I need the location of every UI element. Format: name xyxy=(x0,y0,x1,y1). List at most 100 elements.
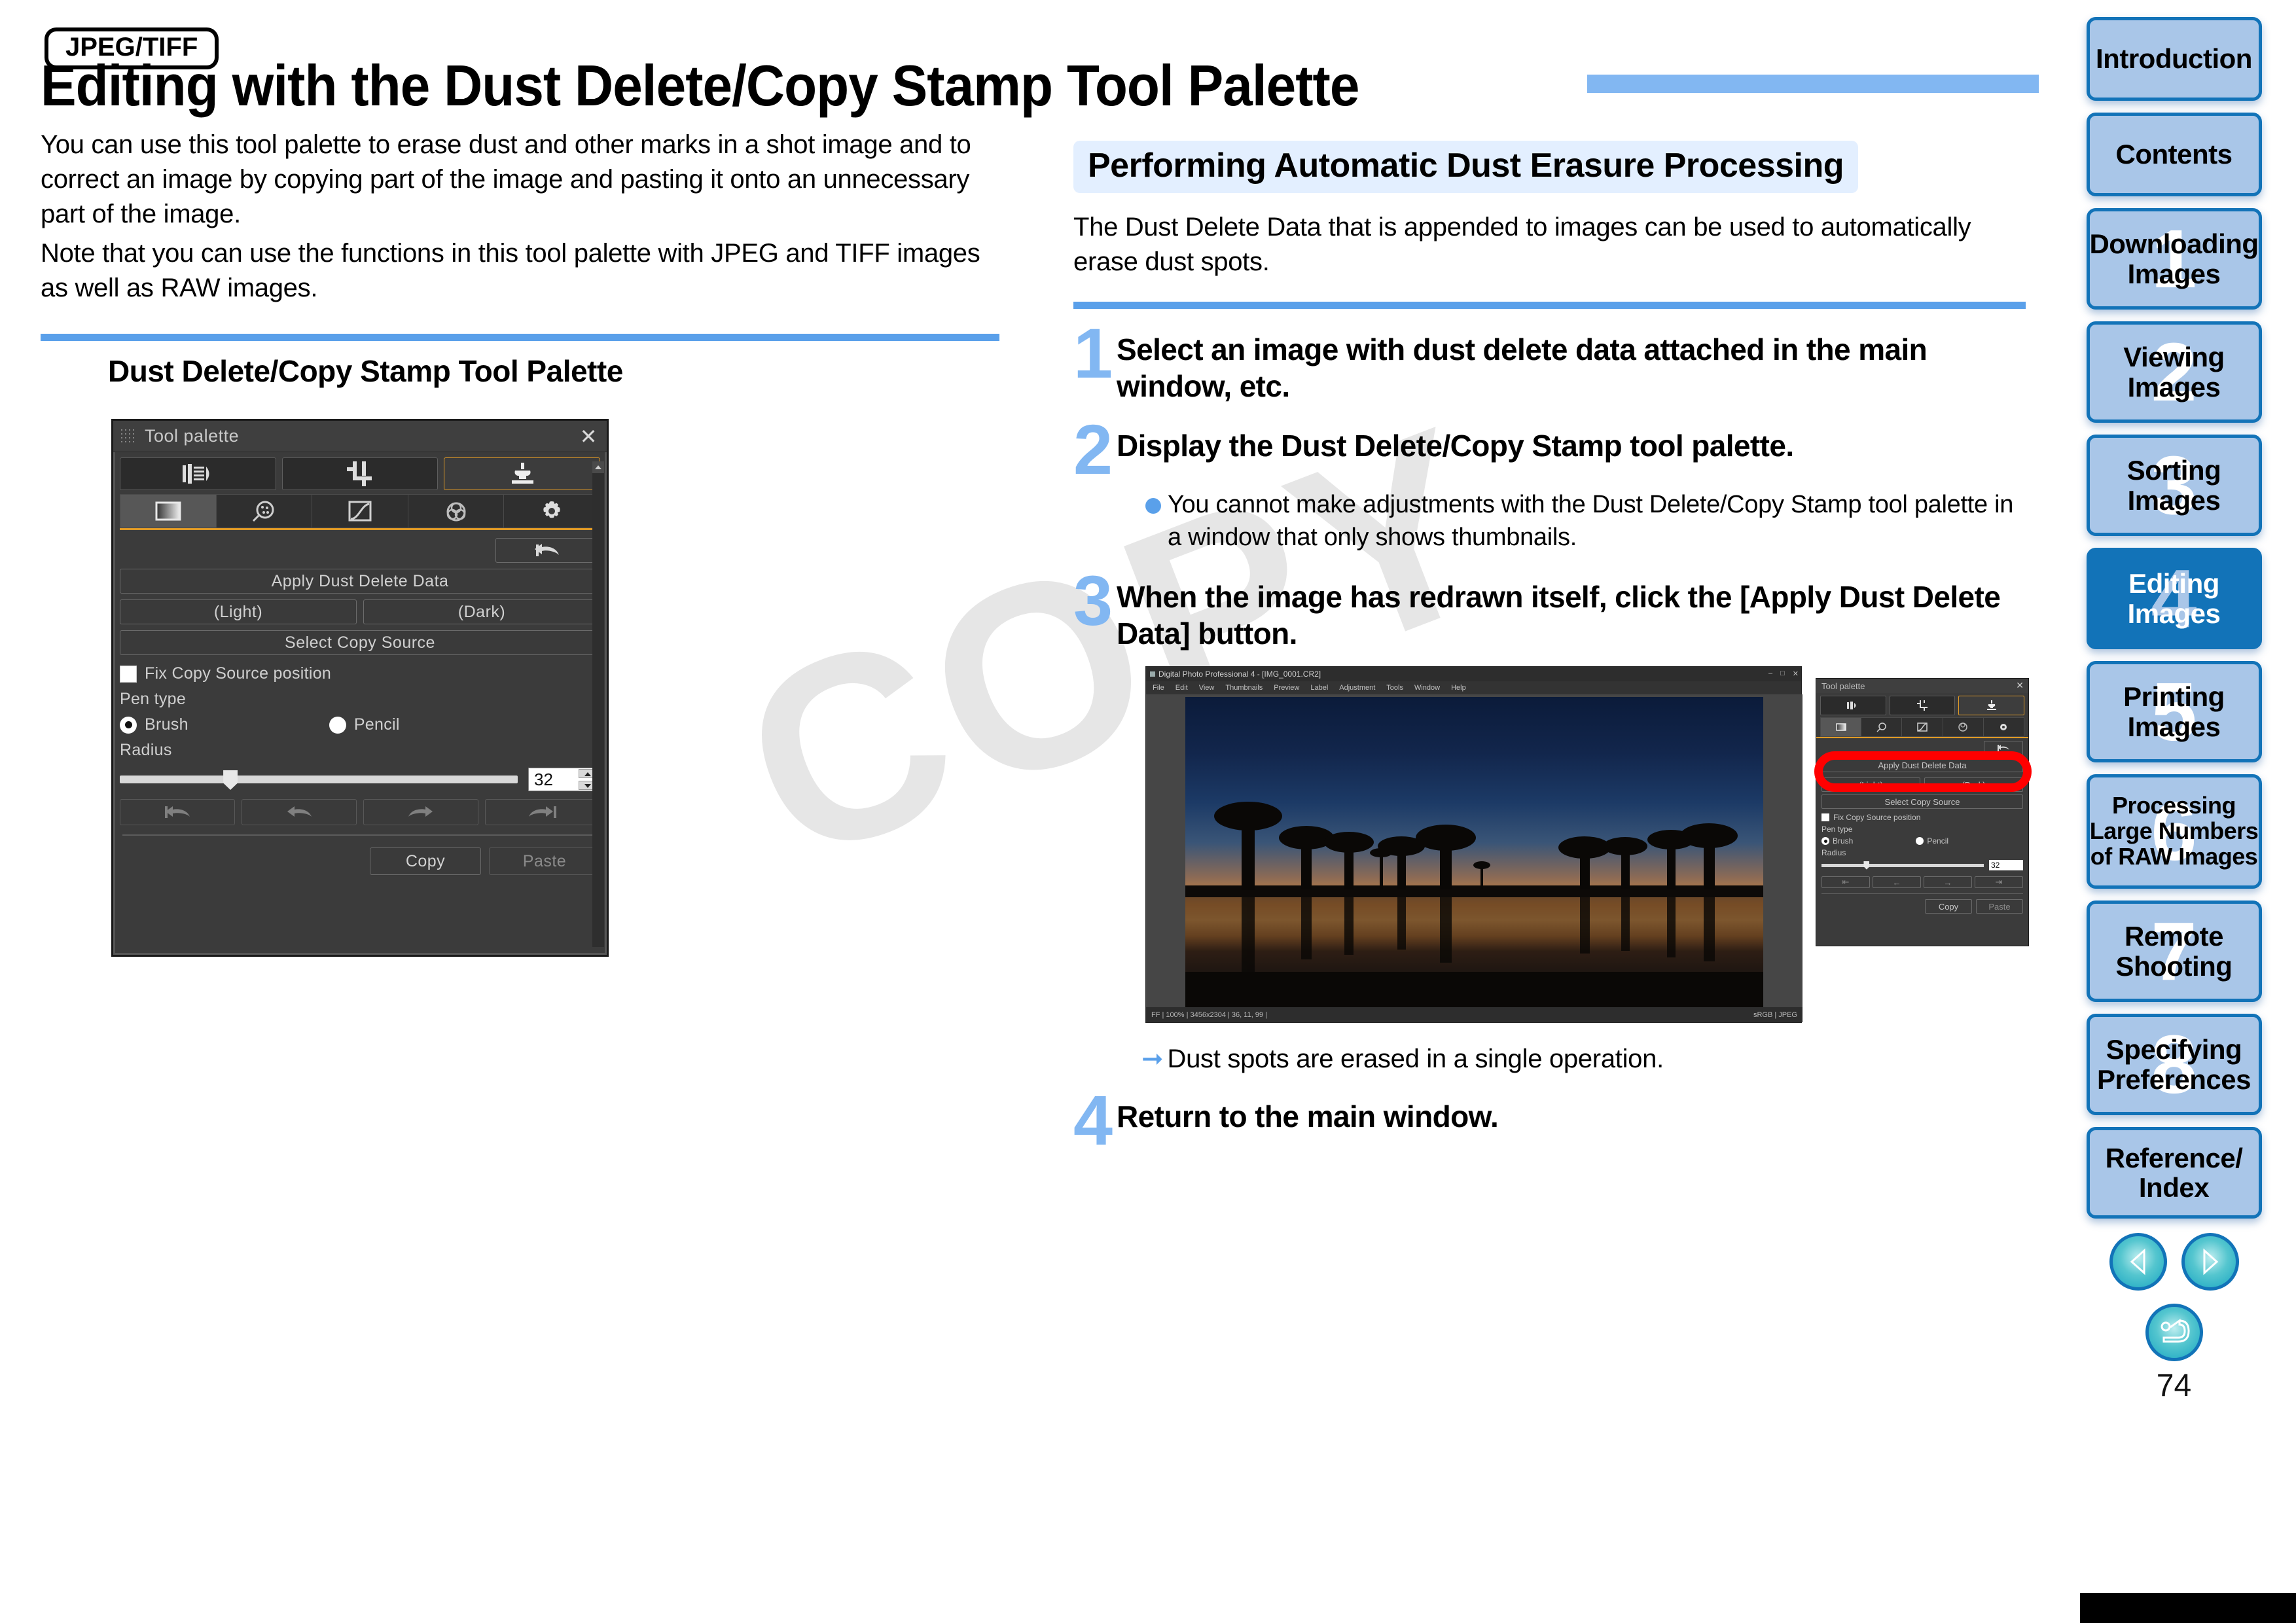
next-page-button[interactable] xyxy=(2181,1233,2239,1291)
paste-button[interactable]: Paste xyxy=(489,847,600,875)
mini-radius-value[interactable]: 32 xyxy=(1989,860,2023,871)
mini-paste-button[interactable]: Paste xyxy=(1976,899,2023,914)
step-1: 1 Select an image with dust delete data … xyxy=(1073,318,2029,404)
mini-detail-adjustment-tab[interactable] xyxy=(1861,717,1902,738)
copy-button[interactable]: Copy xyxy=(370,847,481,875)
tone-curve-tab[interactable] xyxy=(312,494,408,528)
sidebar-tab-reference-index[interactable]: Reference/Index xyxy=(2086,1127,2262,1219)
sidebar-tab-editing-images[interactable]: 4 Editing Images xyxy=(2086,548,2262,649)
apply-dust-delete-data-button[interactable]: Apply Dust Delete Data xyxy=(120,569,600,594)
menu-window[interactable]: Window xyxy=(1414,684,1440,692)
radius-value-input[interactable]: 32 xyxy=(528,768,600,791)
fix-copy-source-position-checkbox[interactable] xyxy=(120,665,137,683)
pen-type-pencil-radio[interactable] xyxy=(329,716,346,734)
menu-view[interactable]: View xyxy=(1199,684,1215,692)
redo-button[interactable] xyxy=(363,799,478,825)
forward-to-end-icon xyxy=(529,806,556,818)
scroll-up-icon[interactable] xyxy=(592,461,604,473)
undo-button[interactable] xyxy=(242,799,357,825)
radius-slider[interactable] xyxy=(120,770,518,790)
menu-label[interactable]: Label xyxy=(1310,684,1328,692)
sidebar-tab-downloading-images[interactable]: 1 Downloading Images xyxy=(2086,208,2262,310)
palette-scrollbar[interactable] xyxy=(592,461,604,947)
pen-type-brush-radio[interactable] xyxy=(120,716,137,734)
minimize-icon[interactable]: – xyxy=(1768,669,1772,678)
close-icon[interactable]: ✕ xyxy=(2016,680,2024,691)
menu-adjustment[interactable]: Adjustment xyxy=(1339,684,1375,692)
dust-delete-copy-stamp-tool-button[interactable] xyxy=(444,457,601,490)
menu-file[interactable]: File xyxy=(1153,684,1164,692)
mini-redo-button[interactable]: → xyxy=(1924,876,1972,889)
mini-brush-radio[interactable] xyxy=(1821,837,1829,846)
settings-tab[interactable] xyxy=(503,494,600,528)
close-icon[interactable]: ✕ xyxy=(1793,669,1799,678)
status-left-text: FF | 100% | 3456x2304 | 36, 11, 99 | xyxy=(1151,1010,1267,1019)
page-content: JPEG/TIFF Editing with the Dust Delete/C… xyxy=(0,0,2052,1623)
mini-radius-slider[interactable] xyxy=(1821,861,1984,870)
tool-palette-title: Tool palette xyxy=(145,426,240,446)
mini-basic-adjustment-tab[interactable] xyxy=(1820,717,1861,738)
menu-edit[interactable]: Edit xyxy=(1175,684,1188,692)
mini-color-adjustment-tab[interactable] xyxy=(1942,717,1983,738)
mini-crop-angle-button[interactable] xyxy=(1889,696,1956,716)
menu-help[interactable]: Help xyxy=(1451,684,1466,692)
basic-adjustment-tab[interactable] xyxy=(120,494,216,528)
mini-lens-correction-button[interactable] xyxy=(1820,696,1886,716)
dpp-window-title: Digital Photo Professional 4 - [IMG_0001… xyxy=(1158,669,1321,679)
forward-to-end-button[interactable] xyxy=(485,799,600,825)
sidebar-tab-viewing-images[interactable]: 2 Viewing Images xyxy=(2086,321,2262,423)
mini-fix-copy-source-checkbox[interactable] xyxy=(1821,813,1829,822)
dark-button[interactable]: (Dark) xyxy=(363,599,600,624)
mini-pencil-radio[interactable] xyxy=(1916,837,1924,846)
lens-icon xyxy=(1847,702,1856,710)
menu-preview[interactable]: Preview xyxy=(1274,684,1299,692)
menu-thumbnails[interactable]: Thumbnails xyxy=(1225,684,1263,692)
select-copy-source-button[interactable]: Select Copy Source xyxy=(120,630,600,655)
detail-adjustment-tab[interactable] xyxy=(215,494,312,528)
sidebar-tab-specifying-preferences[interactable]: 8 Specifying Preferences xyxy=(2086,1014,2262,1115)
mini-undo-button[interactable]: ← xyxy=(1873,876,1921,889)
lens-correction-tool-button[interactable] xyxy=(120,457,276,490)
mini-copy-button[interactable]: Copy xyxy=(1925,899,1972,914)
previous-page-button[interactable] xyxy=(2109,1233,2167,1291)
sidebar-tab-printing-images[interactable]: 5 Printing Images xyxy=(2086,661,2262,762)
menu-tools[interactable]: Tools xyxy=(1386,684,1403,692)
sidebar-tab-processing-large-numbers-of-raw-images[interactable]: 6 Processing Large Numbers of RAW Images xyxy=(2086,774,2262,889)
pen-type-pencil-label: Pencil xyxy=(353,715,400,734)
return-to-top-button[interactable] xyxy=(2145,1304,2203,1361)
chevron-left-icon xyxy=(2130,1248,2145,1275)
apply-dust-delete-data-highlight xyxy=(1814,751,2032,793)
tone-curve-icon xyxy=(348,501,372,522)
sidebar-tab-introduction[interactable]: Introduction xyxy=(2086,17,2262,101)
sidebar-tab-sorting-images[interactable]: 3 Sorting Images xyxy=(2086,435,2262,536)
mini-settings-tab[interactable] xyxy=(1982,717,2025,738)
sidebar-tab-contents[interactable]: Contents xyxy=(2086,113,2262,196)
close-icon[interactable]: ✕ xyxy=(575,423,601,450)
tool-palette-titlebar[interactable]: Tool palette ✕ xyxy=(113,421,607,452)
window-controls[interactable]: – □ ✕ xyxy=(1768,669,1799,678)
crop-angle-tool-button[interactable] xyxy=(281,457,439,490)
revert-to-start-button[interactable] xyxy=(120,799,235,825)
sidebar-tab-remote-shooting[interactable]: 7 Remote Shooting xyxy=(2086,901,2262,1002)
intro-paragraph-2: Note that you can use the functions in t… xyxy=(41,238,980,302)
revert-to-start-icon xyxy=(535,544,559,556)
section-description: The Dust Delete Data that is appended to… xyxy=(1073,213,1971,277)
mini-revert-button[interactable]: ⇤ xyxy=(1821,876,1870,889)
dpp-menubar[interactable]: File Edit View Thumbnails Preview Label … xyxy=(1146,681,1801,695)
radius-slider-handle[interactable] xyxy=(223,770,238,790)
grip-icon xyxy=(120,427,137,445)
magnifier-dust-icon xyxy=(1876,722,1886,732)
light-button[interactable]: (Light) xyxy=(120,599,357,624)
reset-adjustments-button[interactable] xyxy=(495,538,600,563)
mini-forward-button[interactable]: ⇥ xyxy=(1975,876,2023,889)
mini-dust-delete-copy-stamp-button[interactable] xyxy=(1958,696,2025,716)
mini-tool-tabs-secondary xyxy=(1816,715,2028,739)
mini-select-copy-source-button[interactable]: Select Copy Source xyxy=(1821,794,2023,810)
mini-tone-curve-tab[interactable] xyxy=(1901,717,1943,738)
undo-icon xyxy=(287,806,312,817)
tool-palette-window[interactable]: Tool palette ✕ Apply Dust Delete Data (L… xyxy=(111,419,609,957)
color-adjustment-tab[interactable] xyxy=(407,494,504,528)
page-number: 74 xyxy=(2156,1368,2192,1403)
maximize-icon[interactable]: □ xyxy=(1780,669,1785,678)
mini-radius-slider-handle[interactable] xyxy=(1863,861,1870,870)
